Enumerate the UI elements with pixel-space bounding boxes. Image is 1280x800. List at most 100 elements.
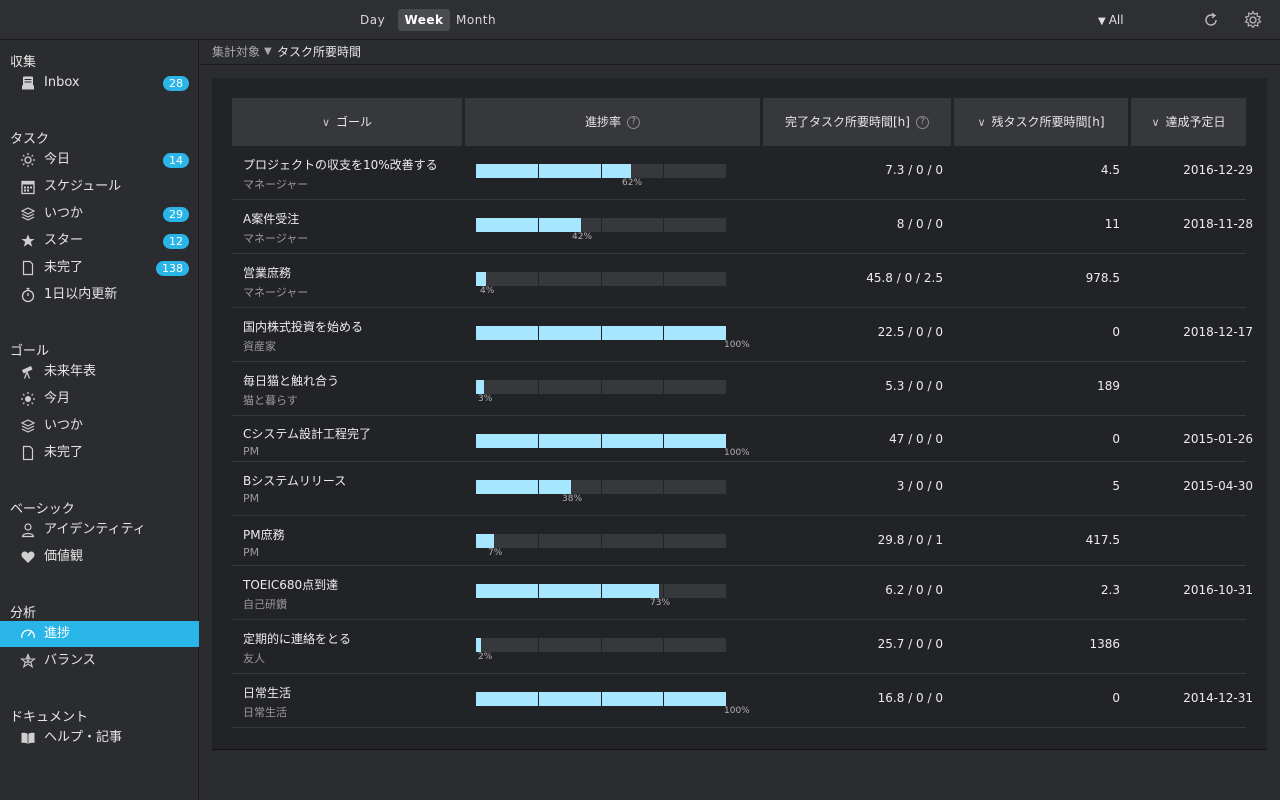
goal-title[interactable]: Bシステムリリース bbox=[243, 472, 346, 489]
remaining-hours: 0 bbox=[1112, 325, 1120, 339]
progress-tick bbox=[663, 380, 664, 394]
done-hours: 8 / 0 / 0 bbox=[896, 217, 943, 231]
header-label: 達成予定日 bbox=[1165, 115, 1226, 129]
goal-title[interactable]: 日常生活 bbox=[243, 684, 291, 701]
header-goal[interactable]: ∨ ゴール bbox=[232, 98, 462, 146]
table-row[interactable]: PM庶務 PM 7% 29.8 / 0 / 1 417.5 bbox=[232, 516, 1246, 566]
progress-label: 62% bbox=[622, 178, 643, 188]
table-row[interactable]: 定期的に連絡をとる 友人 2% 25.7 / 0 / 0 1386 bbox=[232, 620, 1246, 674]
done-hours: 25.7 / 0 / 0 bbox=[877, 637, 943, 651]
sidebar-item-identity[interactable]: アイデンティティ bbox=[0, 517, 199, 543]
done-hours: 47 / 0 / 0 bbox=[889, 432, 943, 446]
progress-tick bbox=[538, 534, 539, 548]
sidebar-item-label: 未完了 bbox=[44, 445, 84, 460]
due-date: 2015-04-30 bbox=[1183, 479, 1253, 493]
due-date: 2016-12-29 bbox=[1183, 163, 1253, 177]
table-row[interactable]: A案件受注 マネージャー 42% 8 / 0 / 0 11 2018-11-28 bbox=[232, 200, 1253, 254]
header-due-date[interactable]: ∨ 達成予定日 bbox=[1131, 98, 1246, 146]
section-title-documents: ドキュメント bbox=[10, 710, 89, 725]
goal-title[interactable]: TOEIC680点到達 bbox=[243, 576, 338, 593]
due-date: 2016-10-31 bbox=[1183, 583, 1253, 597]
sun-icon bbox=[21, 153, 35, 167]
help-icon[interactable]: ? bbox=[915, 116, 929, 129]
sidebar-item-inbox[interactable]: Inbox 28 bbox=[0, 70, 199, 96]
sidebar-item-values[interactable]: 価値観 bbox=[0, 544, 199, 570]
sidebar-item-help-articles[interactable]: ヘルプ・記事 bbox=[0, 725, 199, 751]
progress-label: 38% bbox=[562, 494, 583, 504]
goal-category: マネージャー bbox=[243, 178, 309, 191]
breadcrumb-parent[interactable]: 集計対象 bbox=[212, 40, 260, 64]
sidebar-item-star[interactable]: スター 12 bbox=[0, 228, 199, 254]
remaining-hours: 11 bbox=[1104, 217, 1120, 231]
table-row[interactable]: 毎日猫と触れ合う 猫と暮らす 3% 5.3 / 0 / 0 189 bbox=[232, 362, 1246, 416]
header-label: 進捗率 bbox=[584, 115, 621, 129]
progress-bar-fill bbox=[476, 272, 486, 286]
sidebar-item-progress[interactable]: 進捗 bbox=[0, 621, 199, 647]
goal-category: PM bbox=[243, 445, 260, 458]
progress-tick bbox=[601, 164, 602, 178]
layers-icon bbox=[20, 419, 36, 433]
progress-label: 42% bbox=[572, 232, 593, 242]
goal-title[interactable]: 営業庶務 bbox=[243, 264, 291, 281]
sidebar-item-someday[interactable]: いつか 29 bbox=[0, 201, 199, 227]
header-label: 残タスク所要時間[h] bbox=[991, 115, 1105, 129]
progress-bar-fill bbox=[476, 164, 631, 178]
view-month-button[interactable]: Month bbox=[456, 9, 508, 31]
table-row[interactable]: 営業庶務 マネージャー 4% 45.8 / 0 / 2.5 978.5 bbox=[232, 254, 1246, 308]
table-row[interactable]: 日常生活 日常生活 100% 16.8 / 0 / 0 0 2014-12-31 bbox=[232, 674, 1253, 728]
stopwatch-icon bbox=[21, 287, 35, 303]
progress-bar bbox=[476, 638, 726, 652]
breadcrumb-current[interactable]: タスク所要時間 bbox=[277, 40, 361, 64]
sidebar-item-goal-someday[interactable]: いつか bbox=[0, 413, 199, 439]
help-icon[interactable]: ? bbox=[627, 116, 640, 129]
sidebar-item-balance[interactable]: バランス bbox=[0, 648, 199, 674]
progress-tick bbox=[663, 272, 664, 286]
progress-bar bbox=[476, 218, 726, 232]
goal-title[interactable]: A案件受注 bbox=[243, 210, 299, 227]
goal-title[interactable]: 国内株式投資を始める bbox=[243, 318, 363, 335]
goal-title[interactable]: 定期的に連絡をとる bbox=[243, 630, 351, 647]
sidebar-item-incomplete[interactable]: 未完了 138 bbox=[0, 255, 199, 281]
refresh-icon[interactable] bbox=[1201, 10, 1221, 30]
progress-tick bbox=[601, 434, 602, 448]
header-label: 完了タスク所要時間[h] bbox=[785, 115, 910, 129]
goal-title[interactable]: Cシステム設計工程完了 bbox=[243, 425, 371, 442]
section-title-analysis: 分析 bbox=[10, 606, 37, 621]
sidebar-item-updated-1day[interactable]: 1日以内更新 bbox=[0, 282, 199, 308]
progress-tick bbox=[601, 480, 602, 494]
table-row[interactable]: Cシステム設計工程完了 PM 100% 47 / 0 / 0 0 2015-01-26 bbox=[232, 416, 1253, 462]
goal-title[interactable]: プロジェクトの収支を10%改善する bbox=[243, 156, 438, 173]
star-outline-icon bbox=[20, 653, 36, 669]
goal-title[interactable]: PM庶務 bbox=[243, 526, 285, 543]
done-hours: 3 / 0 / 0 bbox=[896, 479, 943, 493]
progress-bar bbox=[476, 380, 726, 394]
table-row[interactable]: 国内株式投資を始める 資産家 100% 22.5 / 0 / 0 0 2018-12-17 bbox=[232, 308, 1253, 362]
view-week-button[interactable]: Week bbox=[398, 9, 450, 31]
sidebar-item-this-month[interactable]: 今月 bbox=[0, 386, 199, 412]
person-icon bbox=[21, 523, 35, 538]
goal-title[interactable]: 毎日猫と触れ合う bbox=[243, 372, 339, 389]
progress-table-panel: ∨ ゴール 進捗率? 完了タスク所要時間[h]? ∨ 残タスク所要時間[h] ∨ 達成… bbox=[212, 78, 1267, 750]
header-remaining-hours[interactable]: ∨ 残タスク所要時間[h] bbox=[954, 98, 1128, 146]
sidebar-item-goal-incomplete[interactable]: 未完了 bbox=[0, 440, 199, 466]
sidebar-item-schedule[interactable]: スケジュール bbox=[0, 174, 199, 200]
sidebar-item-today[interactable]: 今日 14 bbox=[0, 147, 199, 173]
table-row[interactable]: Bシステムリリース PM 38% 3 / 0 / 0 5 2015-04-30 bbox=[232, 462, 1253, 516]
table-row[interactable]: TOEIC680点到達 自己研鑽 73% 6.2 / 0 / 0 2.3 2016-10-… bbox=[232, 566, 1253, 620]
view-day-button[interactable]: Day bbox=[360, 9, 388, 31]
goal-category: 日常生活 bbox=[243, 706, 287, 719]
progress-label: 100% bbox=[724, 706, 750, 716]
table-row[interactable]: プロジェクトの収支を10%改善する マネージャー 62% 7.3 / 0 / 0 4.5… bbox=[232, 146, 1253, 200]
filter-dropdown[interactable]: ▼ All bbox=[1098, 9, 1124, 31]
sidebar-item-label: 未来年表 bbox=[44, 364, 97, 379]
caret-down-icon[interactable]: ▼ bbox=[264, 40, 272, 64]
gear-icon[interactable] bbox=[1243, 10, 1263, 30]
caret-down-icon: ▼ bbox=[1098, 16, 1106, 27]
sidebar-item-label: バランス bbox=[44, 653, 96, 668]
section-title-tasks: タスク bbox=[10, 132, 50, 147]
remaining-hours: 2.3 bbox=[1100, 583, 1120, 597]
progress-tick bbox=[663, 434, 664, 448]
sidebar-item-label: いつか bbox=[44, 418, 84, 433]
progress-tick bbox=[538, 164, 539, 178]
sidebar-item-future-timeline[interactable]: 未来年表 bbox=[0, 359, 199, 385]
